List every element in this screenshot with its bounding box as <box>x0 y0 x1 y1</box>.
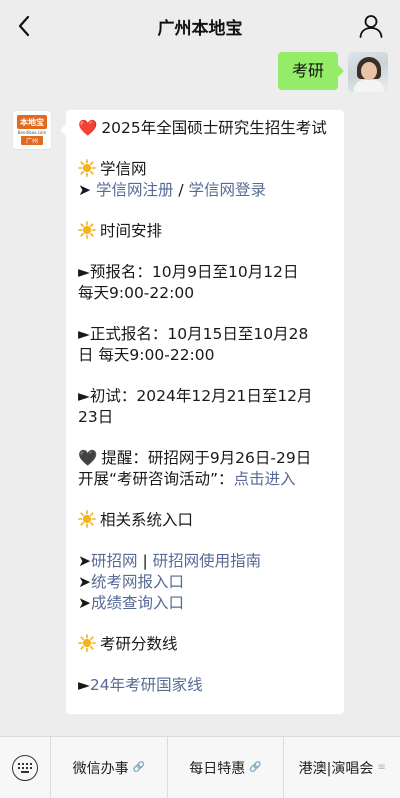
schedule-title: 时间安排 <box>100 222 163 240</box>
reminder-line-1: 提醒：研招网于9月26日-29日 <box>101 449 312 467</box>
sun-icon <box>78 159 96 177</box>
menu-daily-deals-label: 每日特惠 <box>189 760 246 777</box>
formal-line-2: 日 每天9:00-22:00 <box>78 346 215 364</box>
formal-line-1: ►正式报名：10月15日至10月28 <box>78 325 309 343</box>
link-icon: 🔗 <box>132 762 146 773</box>
consult-activity-link[interactable]: 点击进入 <box>234 470 296 488</box>
keyboard-toggle-button[interactable] <box>0 737 50 798</box>
menu-hk-macau-concerts[interactable]: 港澳|演唱会 ≡ <box>283 736 400 798</box>
heading-paragraph: ❤️ 2025年全国硕士研究生招生考试 <box>78 118 332 139</box>
incoming-message-bubble[interactable]: ❤️ 2025年全国硕士研究生招生考试 学信网 ➤ 学信网注册 / 学信网登录 … <box>60 110 344 714</box>
navigation-bar: 广州本地宝 <box>0 0 400 52</box>
menu-daily-deals[interactable]: 每日特惠 🔗 <box>166 736 284 798</box>
submenu-icon: ≡ <box>377 762 386 773</box>
exam-paragraph: ►初试：2024年12月21日至12月 23日 <box>78 386 332 428</box>
national-cutoff-link[interactable]: 24年考研国家线 <box>90 676 203 694</box>
arrow-icon: ➤ <box>78 552 91 570</box>
separator-pipe: | <box>137 552 153 570</box>
separator-slash: / <box>173 181 189 199</box>
menu-wechat-services[interactable]: 微信办事 🔗 <box>50 736 167 798</box>
reminder-paragraph: 🖤 提醒：研招网于9月26日-29日 开展“考研咨询活动”：点击进入 <box>78 448 332 490</box>
chevron-left-icon <box>18 15 30 37</box>
chat-title: 广州本地宝 <box>157 18 243 39</box>
triangle-icon: ► <box>78 676 90 694</box>
systems-title: 相关系统入口 <box>100 511 194 529</box>
prereg-line-2: 每天9:00-22:00 <box>78 284 195 302</box>
my-avatar[interactable] <box>348 52 388 92</box>
formal-paragraph: ►正式报名：10月15日至10月28 日 每天9:00-22:00 <box>78 324 332 366</box>
arrow-icon: ➤ <box>78 181 91 199</box>
black-heart-icon: 🖤 <box>78 449 98 467</box>
arrow-icon: ➤ <box>78 594 91 612</box>
avatar-brand-text: 本地宝 <box>17 115 47 129</box>
incoming-message-row: 本地宝 Bendibao.com 广州 ❤️2025年全国硕士研究生招生考试 <box>12 110 344 714</box>
cutoff-link-row: ►24年考研国家线 <box>78 675 332 696</box>
sun-icon <box>78 634 96 652</box>
avatar-url-text: Bendibao.com <box>17 130 47 135</box>
xuexin-title: 学信网 <box>100 160 147 178</box>
prereg-line-1: ►预报名：10月9日至10月12日 <box>78 263 299 281</box>
message-heading: 2025年全国硕士研究生招生考试 <box>101 119 327 137</box>
back-button[interactable] <box>10 12 38 40</box>
sun-icon <box>78 221 96 239</box>
outgoing-message-row: 考研 <box>277 52 388 92</box>
sun-icon <box>78 510 96 528</box>
tongkao-link[interactable]: 统考网报入口 <box>91 573 184 591</box>
xuexin-register-link[interactable]: 学信网注册 <box>96 181 174 199</box>
keyboard-icon <box>12 754 38 781</box>
menu-wechat-services-label: 微信办事 <box>72 760 129 777</box>
schedule-title-row: 时间安排 <box>78 221 332 242</box>
cutoff-title-row: 考研分数线 <box>78 634 332 655</box>
avatar-city-text: 广州 <box>21 136 43 145</box>
exam-line-2: 23日 <box>78 408 114 426</box>
link-icon: 🔗 <box>249 762 262 773</box>
yanzhao-link[interactable]: 研招网 <box>91 552 138 570</box>
chat-area[interactable]: 考研 本地宝 Bendibao.com 广州 ❤️ 2025年全国硕士研究生招生考… <box>0 52 400 736</box>
systems-links: ➤研招网 | 研招网使用指南 ➤统考网报入口 ➤成绩查询入口 <box>78 551 332 614</box>
outgoing-message-bubble[interactable]: 考研 <box>277 52 345 90</box>
systems-title-row: 相关系统入口 <box>78 510 332 531</box>
xuexin-login-link[interactable]: 学信网登录 <box>189 181 267 199</box>
bottom-menu-bar: 微信办事 🔗 每日特惠 🔗 港澳|演唱会 ≡ <box>0 736 400 798</box>
score-query-link[interactable]: 成绩查询入口 <box>91 594 184 612</box>
xuexin-section: 学信网 ➤ 学信网注册 / 学信网登录 <box>78 159 332 201</box>
heart-icon: ❤️ <box>78 119 98 137</box>
official-account-avatar[interactable]: 本地宝 Bendibao.com 广州 <box>12 110 52 150</box>
reminder-line-2: 开展“考研咨询活动”： <box>78 470 234 488</box>
cutoff-title: 考研分数线 <box>100 635 178 653</box>
prereg-paragraph: ►预报名：10月9日至10月12日 每天9:00-22:00 <box>78 262 332 304</box>
arrow-icon: ➤ <box>78 573 91 591</box>
user-profile-icon[interactable] <box>358 13 384 39</box>
menu-hk-macau-label: 港澳|演唱会 <box>298 760 374 777</box>
exam-line-1: ►初试：2024年12月21日至12月 <box>78 387 313 405</box>
yanzhao-guide-link[interactable]: 研招网使用指南 <box>153 552 262 570</box>
